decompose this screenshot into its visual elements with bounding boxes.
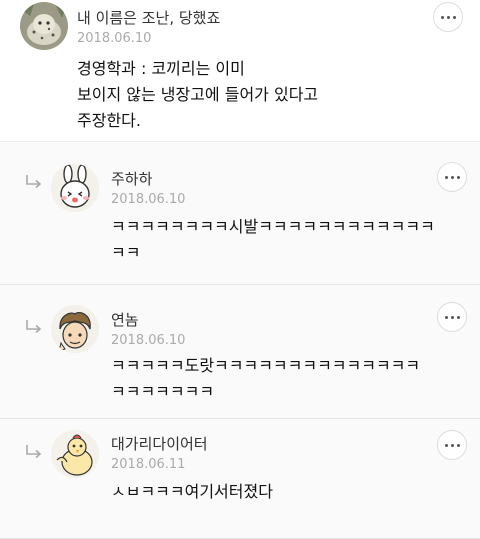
reply-arrow-icon [26,445,42,459]
reply-date: 2018.06.10 [111,192,186,207]
curly-hair-avatar-icon[interactable] [51,305,99,353]
comment-date: 2018.06.10 [77,31,152,46]
reply-body: ㅅㅂㅋㅋㅋ여기서터졌다 [111,479,451,505]
reply-text-line: ㅋㅋ [111,243,141,262]
comment-text-line: 주장한다. [77,111,141,130]
more-options-icon [440,15,456,19]
comment-text-line: 보이지 않는 냉장고에 들어가 있다고 [77,85,319,104]
reply-item: 주하하 2018.06.10 ㅋㅋㅋㅋㅋㅋㅋㅋ시발ㅋㅋㅋㅋㅋㅋㅋㅋㅋㅋㅋㅋ ㅋㅋ [0,142,480,285]
reply-author[interactable]: 대가리다이어터 [111,433,208,454]
reply-date: 2018.06.10 [111,333,186,348]
reply-item: 연놈 2018.06.10 ㅋㅋㅋㅋㅋ도랏ㅋㅋㅋㅋㅋㅋㅋㅋㅋㅋㅋㅋㅋㅋ ㅋㅋㅋㅋ… [0,285,480,419]
comment-text-line: 경영학과 : 코끼리는 이미 [77,59,245,78]
reply-text-line: ㅋㅋㅋㅋㅋㅋㅋㅋ시발ㅋㅋㅋㅋㅋㅋㅋㅋㅋㅋㅋㅋ [111,217,435,236]
comment-author[interactable]: 내 이름은 조난, 당했죠 [77,7,220,28]
reply-author[interactable]: 주하하 [111,168,152,189]
chick-avatar-icon[interactable] [51,430,99,478]
reply-text-line: ㅋㅋㅋㅋㅋㅋㅋ [111,382,215,401]
reply-arrow-icon [26,320,42,334]
reply-text-line: ㅅㅂㅋㅋㅋ여기서터졌다 [111,482,273,501]
more-options-icon [444,443,460,447]
more-options-button[interactable] [433,2,463,32]
reply-body: ㅋㅋㅋㅋㅋㅋㅋㅋ시발ㅋㅋㅋㅋㅋㅋㅋㅋㅋㅋㅋㅋ ㅋㅋ [111,214,451,266]
reply-body: ㅋㅋㅋㅋㅋ도랏ㅋㅋㅋㅋㅋㅋㅋㅋㅋㅋㅋㅋㅋㅋ ㅋㅋㅋㅋㅋㅋㅋ [111,353,451,405]
reply-text-line: ㅋㅋㅋㅋㅋ도랏ㅋㅋㅋㅋㅋㅋㅋㅋㅋㅋㅋㅋㅋㅋ [111,356,421,375]
comment-body: 경영학과 : 코끼리는 이미 보이지 않는 냉장고에 들어가 있다고 주장한다. [77,56,318,134]
comment-item: 내 이름은 조난, 당했죠 2018.06.10 경영학과 : 코끼리는 이미 … [0,0,480,142]
rabbit-avatar-icon[interactable] [51,164,99,212]
more-options-button[interactable] [437,162,467,192]
more-options-icon [444,175,460,179]
reply-arrow-icon [26,175,42,189]
more-options-button[interactable] [437,302,467,332]
reply-date: 2018.06.11 [111,457,186,472]
more-options-icon [444,315,460,319]
reply-item: 대가리다이어터 2018.06.11 ㅅㅂㅋㅋㅋ여기서터졌다 [0,419,480,539]
more-options-button[interactable] [437,430,467,460]
reply-author[interactable]: 연놈 [111,309,139,330]
snow-leopard-avatar-icon[interactable] [20,2,68,50]
